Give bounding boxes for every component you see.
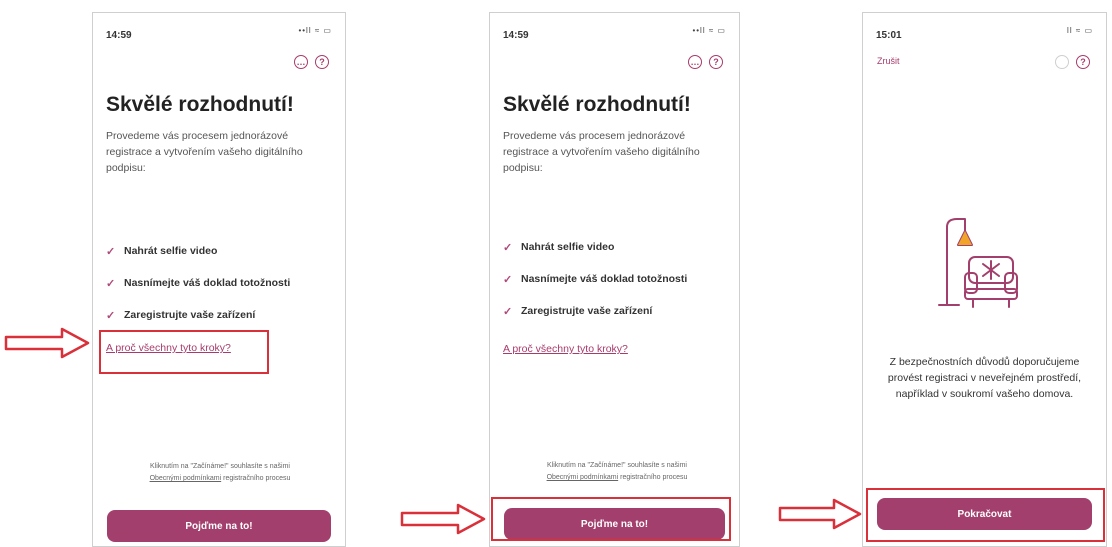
phone-screen-1: 14:59 ••ll ≈ ▭ … ? Skvělé rozhodnutí! Pr… <box>92 12 346 547</box>
intro-text: Provedeme vás procesem jednorázové regis… <box>106 130 303 174</box>
intro-text: Provedeme vás procesem jednorázové regis… <box>503 130 700 174</box>
step-label: Nahrát selfie video <box>124 245 218 257</box>
help-icon[interactable]: ? <box>315 55 329 69</box>
status-icons: ••ll ≈ ▭ <box>692 26 726 35</box>
status-time: 14:59 <box>503 30 529 41</box>
check-icon: ✓ <box>503 305 513 318</box>
lets-go-button[interactable]: Pojďme na to! <box>107 510 331 542</box>
top-icons: ? <box>1055 55 1090 69</box>
consent-line-1: Kliknutím na "Začínáme!" souhlasíte s na… <box>547 462 687 469</box>
check-icon: ✓ <box>106 309 116 322</box>
status-bar: 14:59 ••ll ≈ ▭ <box>106 25 332 41</box>
terms-link[interactable]: Obecnými podmínkami <box>547 474 619 481</box>
terms-link[interactable]: Obecnými podmínkami <box>150 475 222 482</box>
list-item: ✓ Nahrát selfie video <box>503 231 738 263</box>
list-item: ✓ Nasnímejte váš doklad totožnosti <box>106 267 341 299</box>
arrow-right-icon <box>778 498 862 530</box>
status-time: 15:01 <box>876 30 902 41</box>
status-bar: 15:01 ll ≈ ▭ <box>876 25 1093 41</box>
step-label: Nasnímejte váš doklad totožnosti <box>521 273 688 285</box>
consent-text: Kliknutím na "Začínáme!" souhlasíte s na… <box>510 460 724 484</box>
step-label: Nasnímejte váš doklad totožnosti <box>124 277 291 289</box>
status-icons: ••ll ≈ ▭ <box>298 26 332 35</box>
highlight-box-link <box>99 330 269 374</box>
chat-icon[interactable]: … <box>294 55 308 69</box>
check-icon: ✓ <box>106 245 116 258</box>
armchair-lamp-illustration <box>938 218 1018 308</box>
phone-screen-2: 14:59 ••ll ≈ ▭ … ? Skvělé rozhodnutí! Pr… <box>489 12 740 547</box>
highlight-box-button <box>866 488 1105 542</box>
progress-circle-icon <box>1055 55 1069 69</box>
why-steps-link[interactable]: A proč všechny tyto kroky? <box>503 343 628 355</box>
check-icon: ✓ <box>503 241 513 254</box>
consent-line-2: Obecnými podmínkami registračního proces… <box>113 473 327 485</box>
check-icon: ✓ <box>106 277 116 290</box>
arrow-right-icon <box>400 503 486 535</box>
steps-list: ✓ Nahrát selfie video ✓ Nasnímejte váš dok… <box>503 231 738 327</box>
page-title: Skvělé rozhodnutí! <box>503 93 691 116</box>
phone-screen-3: 15:01 ll ≈ ▭ Zrušit ? Z bezpečnostních d… <box>862 12 1107 547</box>
consent-line-2: Obecnými podmínkami registračního proces… <box>510 472 724 484</box>
check-icon: ✓ <box>503 273 513 286</box>
cancel-link[interactable]: Zrušit <box>877 56 900 66</box>
help-icon[interactable]: ? <box>709 55 723 69</box>
list-item: ✓ Nahrát selfie video <box>106 235 341 267</box>
arrow-right-icon <box>4 327 90 359</box>
consent-text: Kliknutím na "Začínáme!" souhlasíte s na… <box>113 461 327 485</box>
consent-suffix: registračního procesu <box>223 475 291 482</box>
chat-icon[interactable]: … <box>688 55 702 69</box>
page-title: Skvělé rozhodnutí! <box>106 93 294 116</box>
step-label: Nahrát selfie video <box>521 241 615 253</box>
list-item: ✓ Nasnímejte váš doklad totožnosti <box>503 263 738 295</box>
list-item: ✓ Zaregistrujte vaše zařízení <box>503 295 738 327</box>
consent-line-1: Kliknutím na "Začínáme!" souhlasíte s na… <box>150 463 290 470</box>
status-time: 14:59 <box>106 30 132 41</box>
status-bar: 14:59 ••ll ≈ ▭ <box>503 25 726 41</box>
top-icons: … ? <box>688 55 723 69</box>
step-label: Zaregistrujte vaše zařízení <box>521 305 653 317</box>
list-item: ✓ Zaregistrujte vaše zařízení <box>106 299 341 331</box>
highlight-box-button <box>491 497 731 541</box>
step-label: Zaregistrujte vaše zařízení <box>124 309 256 321</box>
consent-suffix: registračního procesu <box>620 474 688 481</box>
security-message: Z bezpečnostních důvodů doporučujeme pro… <box>887 356 1082 400</box>
status-icons: ll ≈ ▭ <box>1067 26 1093 35</box>
steps-list: ✓ Nahrát selfie video ✓ Nasnímejte váš dok… <box>106 235 341 331</box>
top-icons: … ? <box>294 55 329 69</box>
help-icon[interactable]: ? <box>1076 55 1090 69</box>
